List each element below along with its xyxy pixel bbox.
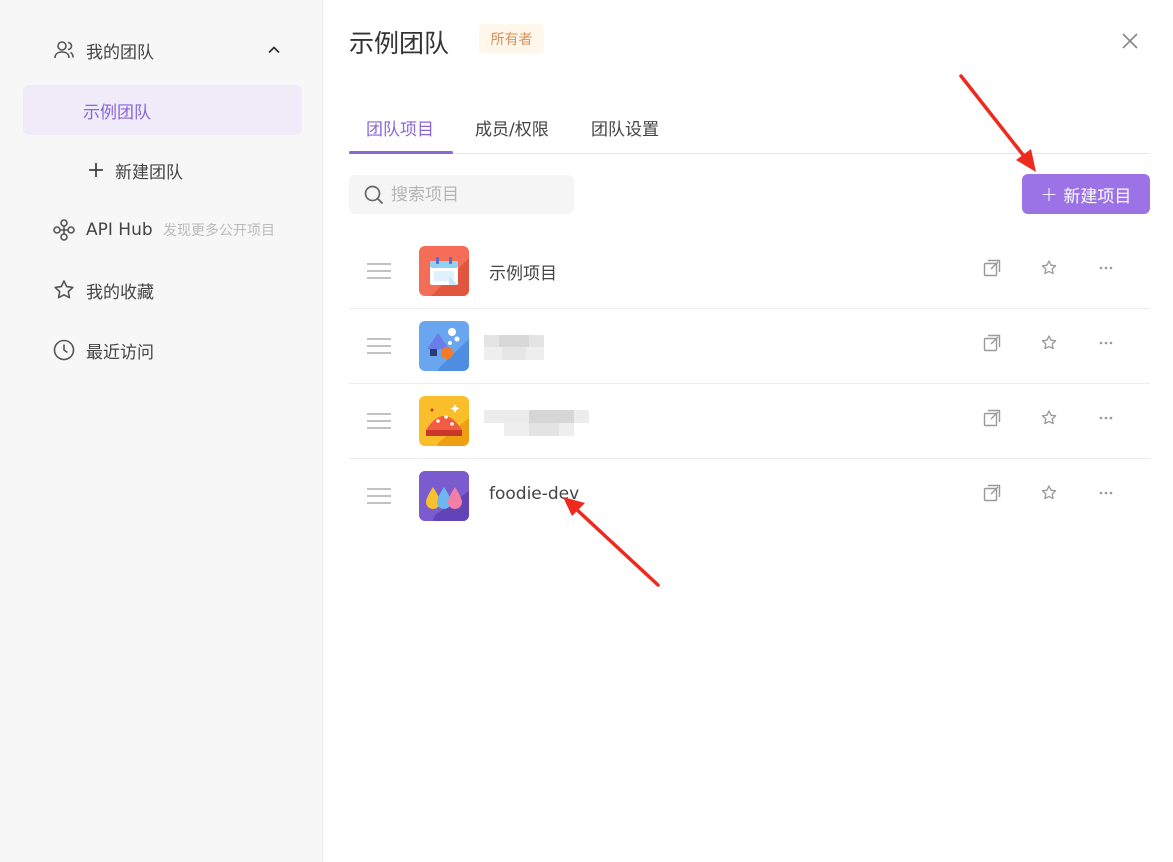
project-row[interactable] bbox=[349, 309, 1150, 384]
shapes-icon bbox=[419, 321, 469, 371]
project-name[interactable]: foodie-dev bbox=[489, 484, 579, 504]
search-icon bbox=[364, 185, 384, 205]
open-external-icon[interactable] bbox=[983, 484, 1001, 502]
chevron-up-icon[interactable] bbox=[264, 40, 284, 60]
search-input[interactable] bbox=[391, 175, 566, 214]
search-box bbox=[349, 175, 574, 214]
project-name-blurred bbox=[484, 410, 589, 436]
plus-icon: + bbox=[1040, 182, 1058, 206]
project-name[interactable]: 示例项目 bbox=[489, 259, 557, 284]
more-icon[interactable] bbox=[1097, 259, 1115, 277]
calendar-icon bbox=[419, 246, 469, 296]
project-row[interactable]: foodie-dev bbox=[349, 459, 1150, 534]
clock-icon bbox=[53, 339, 75, 361]
open-external-icon[interactable] bbox=[983, 409, 1001, 427]
api-hub-icon bbox=[53, 219, 75, 241]
sidebar-item-recent[interactable]: 最近访问 bbox=[0, 325, 323, 375]
sidebar-item-label: 示例团队 bbox=[83, 103, 151, 123]
more-icon[interactable] bbox=[1097, 334, 1115, 352]
sidebar-item-favorites[interactable]: 我的收藏 bbox=[0, 265, 323, 315]
new-project-button[interactable]: + 新建项目 bbox=[1022, 174, 1150, 214]
sidebar-item-label: 最近访问 bbox=[86, 342, 154, 363]
drag-handle-icon[interactable] bbox=[367, 487, 391, 505]
star-icon[interactable] bbox=[1040, 409, 1058, 427]
owner-badge: 所有者 bbox=[479, 24, 544, 54]
more-icon[interactable] bbox=[1097, 484, 1115, 502]
api-hub-subtitle: 发现更多公开项目 bbox=[163, 223, 275, 239]
tab-members-permissions[interactable]: 成员/权限 bbox=[475, 115, 549, 140]
tab-bar: 团队项目 成员/权限 团队设置 bbox=[349, 101, 1150, 154]
close-icon[interactable] bbox=[1119, 30, 1141, 52]
pie-icon bbox=[419, 396, 469, 446]
open-external-icon[interactable] bbox=[983, 334, 1001, 352]
sidebar-item-label: 新建团队 bbox=[115, 162, 183, 183]
project-name-blurred bbox=[484, 335, 544, 360]
sidebar-item-label: API Hub bbox=[86, 220, 153, 240]
page-title: 示例团队 bbox=[349, 29, 450, 58]
project-row[interactable]: 示例项目 bbox=[349, 234, 1150, 309]
star-icon[interactable] bbox=[1040, 334, 1058, 352]
drag-handle-icon[interactable] bbox=[367, 412, 391, 430]
star-icon[interactable] bbox=[1040, 259, 1058, 277]
sidebar-item-example-team[interactable]: 示例团队 bbox=[23, 85, 302, 135]
plus-icon bbox=[89, 163, 103, 177]
sidebar-item-api-hub[interactable]: API Hub 发现更多公开项目 bbox=[0, 205, 323, 255]
drag-handle-icon[interactable] bbox=[367, 337, 391, 355]
open-external-icon[interactable] bbox=[983, 259, 1001, 277]
sidebar-item-my-team[interactable]: 我的团队 bbox=[0, 25, 323, 75]
tab-team-settings[interactable]: 团队设置 bbox=[591, 115, 659, 140]
users-icon bbox=[54, 41, 74, 59]
sidebar-item-label: 我的收藏 bbox=[86, 282, 154, 303]
new-project-label: 新建项目 bbox=[1063, 186, 1132, 207]
tab-team-projects[interactable]: 团队项目 bbox=[366, 115, 434, 140]
star-icon bbox=[54, 280, 74, 299]
sidebar: 我的团队 示例团队 新建团队 API Hub 发现更多公开项目 我的收藏 最近访… bbox=[0, 0, 323, 862]
active-tab-indicator bbox=[349, 151, 453, 154]
star-icon[interactable] bbox=[1040, 484, 1058, 502]
sidebar-item-label: 我的团队 bbox=[86, 42, 154, 63]
drag-handle-icon[interactable] bbox=[367, 262, 391, 280]
project-row[interactable] bbox=[349, 384, 1150, 459]
drops-icon bbox=[419, 471, 469, 521]
more-icon[interactable] bbox=[1097, 409, 1115, 427]
sidebar-item-new-team[interactable]: 新建团队 bbox=[0, 145, 323, 195]
